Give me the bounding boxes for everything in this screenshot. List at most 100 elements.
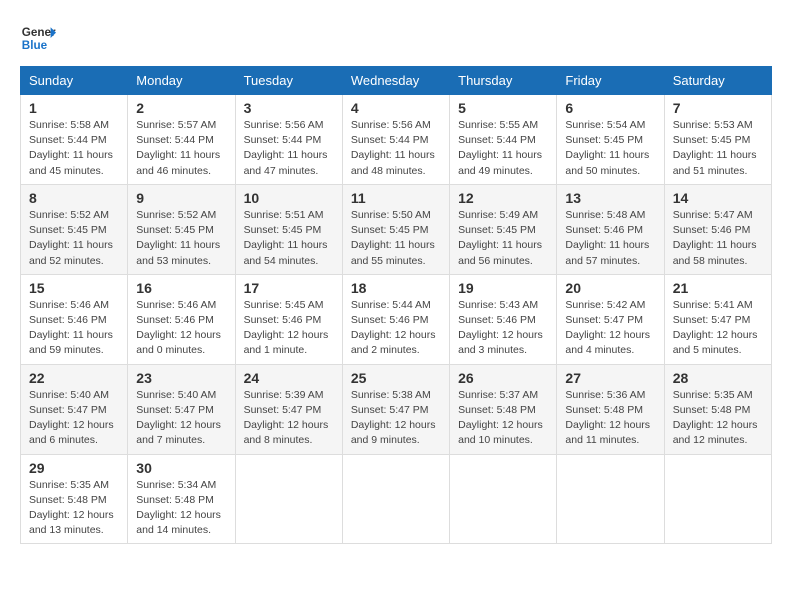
day-info: Sunrise: 5:34 AMSunset: 5:48 PMDaylight:… — [136, 478, 226, 539]
calendar-cell: 28 Sunrise: 5:35 AMSunset: 5:48 PMDayligh… — [664, 364, 771, 454]
day-number: 11 — [351, 190, 441, 206]
calendar-cell: 4 Sunrise: 5:56 AMSunset: 5:44 PMDaylight… — [342, 95, 449, 185]
day-info: Sunrise: 5:55 AMSunset: 5:44 PMDaylight:… — [458, 118, 548, 179]
calendar-cell: 25 Sunrise: 5:38 AMSunset: 5:47 PMDayligh… — [342, 364, 449, 454]
day-info: Sunrise: 5:50 AMSunset: 5:45 PMDaylight:… — [351, 208, 441, 269]
day-info: Sunrise: 5:56 AMSunset: 5:44 PMDaylight:… — [351, 118, 441, 179]
calendar-cell — [342, 454, 449, 544]
calendar-cell: 24 Sunrise: 5:39 AMSunset: 5:47 PMDayligh… — [235, 364, 342, 454]
calendar-cell — [450, 454, 557, 544]
calendar-cell: 19 Sunrise: 5:43 AMSunset: 5:46 PMDayligh… — [450, 274, 557, 364]
calendar-week-4: 22 Sunrise: 5:40 AMSunset: 5:47 PMDayligh… — [21, 364, 772, 454]
calendar-cell: 22Sunrise: 5:40 AMSunset: 5:47 PMDayligh… — [21, 364, 128, 454]
day-number: 27 — [565, 370, 655, 386]
calendar-cell: 23 Sunrise: 5:40 AMSunset: 5:47 PMDayligh… — [128, 364, 235, 454]
calendar-week-5: 29 Sunrise: 5:35 AMSunset: 5:48 PMDayligh… — [21, 454, 772, 544]
weekday-header-tuesday: Tuesday — [235, 67, 342, 95]
calendar-table: SundayMondayTuesdayWednesdayThursdayFrid… — [20, 66, 772, 544]
page-header: General Blue — [20, 20, 772, 56]
calendar-cell: 15Sunrise: 5:46 AMSunset: 5:46 PMDayligh… — [21, 274, 128, 364]
calendar-body: 1Sunrise: 5:58 AMSunset: 5:44 PMDaylight… — [21, 95, 772, 544]
calendar-cell — [664, 454, 771, 544]
day-info: Sunrise: 5:37 AMSunset: 5:48 PMDaylight:… — [458, 388, 548, 449]
day-info: Sunrise: 5:42 AMSunset: 5:47 PMDaylight:… — [565, 298, 655, 359]
day-info: Sunrise: 5:54 AMSunset: 5:45 PMDaylight:… — [565, 118, 655, 179]
day-info: Sunrise: 5:52 AMSunset: 5:45 PMDaylight:… — [136, 208, 226, 269]
day-number: 2 — [136, 100, 226, 116]
calendar-cell: 7Sunrise: 5:53 AMSunset: 5:45 PMDaylight… — [664, 95, 771, 185]
day-info: Sunrise: 5:52 AMSunset: 5:45 PMDaylight:… — [29, 208, 119, 269]
calendar-cell: 16 Sunrise: 5:46 AMSunset: 5:46 PMDayligh… — [128, 274, 235, 364]
day-info: Sunrise: 5:57 AMSunset: 5:44 PMDaylight:… — [136, 118, 226, 179]
day-info: Sunrise: 5:43 AMSunset: 5:46 PMDaylight:… — [458, 298, 548, 359]
calendar-cell: 29 Sunrise: 5:35 AMSunset: 5:48 PMDayligh… — [21, 454, 128, 544]
svg-text:Blue: Blue — [22, 39, 48, 52]
calendar-cell: 12Sunrise: 5:49 AMSunset: 5:45 PMDayligh… — [450, 184, 557, 274]
day-number: 9 — [136, 190, 226, 206]
calendar-cell: 1Sunrise: 5:58 AMSunset: 5:44 PMDaylight… — [21, 95, 128, 185]
calendar-week-2: 8 Sunrise: 5:52 AMSunset: 5:45 PMDaylight… — [21, 184, 772, 274]
day-number: 28 — [673, 370, 763, 386]
day-info: Sunrise: 5:51 AMSunset: 5:45 PMDaylight:… — [244, 208, 334, 269]
day-number: 8 — [29, 190, 119, 206]
day-info: Sunrise: 5:46 AMSunset: 5:46 PMDaylight:… — [136, 298, 226, 359]
day-info: Sunrise: 5:48 AMSunset: 5:46 PMDaylight:… — [565, 208, 655, 269]
day-number: 5 — [458, 100, 548, 116]
weekday-header-row: SundayMondayTuesdayWednesdayThursdayFrid… — [21, 67, 772, 95]
calendar-cell: 27 Sunrise: 5:36 AMSunset: 5:48 PMDayligh… — [557, 364, 664, 454]
day-number: 30 — [136, 460, 226, 476]
day-info: Sunrise: 5:49 AMSunset: 5:45 PMDaylight:… — [458, 208, 548, 269]
calendar-week-3: 15Sunrise: 5:46 AMSunset: 5:46 PMDayligh… — [21, 274, 772, 364]
calendar-cell: 20 Sunrise: 5:42 AMSunset: 5:47 PMDayligh… — [557, 274, 664, 364]
calendar-cell: 5 Sunrise: 5:55 AMSunset: 5:44 PMDaylight… — [450, 95, 557, 185]
day-number: 1 — [29, 100, 119, 116]
day-info: Sunrise: 5:47 AMSunset: 5:46 PMDaylight:… — [673, 208, 763, 269]
weekday-header-friday: Friday — [557, 67, 664, 95]
day-number: 14 — [673, 190, 763, 206]
day-number: 6 — [565, 100, 655, 116]
calendar-cell: 11 Sunrise: 5:50 AMSunset: 5:45 PMDayligh… — [342, 184, 449, 274]
day-info: Sunrise: 5:35 AMSunset: 5:48 PMDaylight:… — [29, 478, 119, 539]
calendar-cell: 26 Sunrise: 5:37 AMSunset: 5:48 PMDayligh… — [450, 364, 557, 454]
day-number: 29 — [29, 460, 119, 476]
weekday-header-wednesday: Wednesday — [342, 67, 449, 95]
day-info: Sunrise: 5:39 AMSunset: 5:47 PMDaylight:… — [244, 388, 334, 449]
calendar-cell: 17 Sunrise: 5:45 AMSunset: 5:46 PMDayligh… — [235, 274, 342, 364]
day-number: 22 — [29, 370, 119, 386]
day-number: 4 — [351, 100, 441, 116]
day-number: 17 — [244, 280, 334, 296]
day-number: 16 — [136, 280, 226, 296]
day-info: Sunrise: 5:35 AMSunset: 5:48 PMDaylight:… — [673, 388, 763, 449]
day-info: Sunrise: 5:40 AMSunset: 5:47 PMDaylight:… — [136, 388, 226, 449]
day-info: Sunrise: 5:41 AMSunset: 5:47 PMDaylight:… — [673, 298, 763, 359]
day-number: 24 — [244, 370, 334, 386]
day-number: 23 — [136, 370, 226, 386]
calendar-cell: 13 Sunrise: 5:48 AMSunset: 5:46 PMDayligh… — [557, 184, 664, 274]
day-number: 19 — [458, 280, 548, 296]
day-number: 26 — [458, 370, 548, 386]
day-number: 25 — [351, 370, 441, 386]
day-number: 7 — [673, 100, 763, 116]
calendar-cell — [235, 454, 342, 544]
day-info: Sunrise: 5:44 AMSunset: 5:46 PMDaylight:… — [351, 298, 441, 359]
calendar-cell: 18 Sunrise: 5:44 AMSunset: 5:46 PMDayligh… — [342, 274, 449, 364]
day-number: 20 — [565, 280, 655, 296]
day-number: 10 — [244, 190, 334, 206]
logo-icon: General Blue — [20, 20, 56, 56]
day-info: Sunrise: 5:36 AMSunset: 5:48 PMDaylight:… — [565, 388, 655, 449]
day-info: Sunrise: 5:38 AMSunset: 5:47 PMDaylight:… — [351, 388, 441, 449]
day-info: Sunrise: 5:56 AMSunset: 5:44 PMDaylight:… — [244, 118, 334, 179]
weekday-header-thursday: Thursday — [450, 67, 557, 95]
calendar-cell: 2 Sunrise: 5:57 AMSunset: 5:44 PMDaylight… — [128, 95, 235, 185]
weekday-header-sunday: Sunday — [21, 67, 128, 95]
weekday-header-saturday: Saturday — [664, 67, 771, 95]
day-info: Sunrise: 5:46 AMSunset: 5:46 PMDaylight:… — [29, 298, 119, 359]
day-info: Sunrise: 5:45 AMSunset: 5:46 PMDaylight:… — [244, 298, 334, 359]
calendar-cell: 9 Sunrise: 5:52 AMSunset: 5:45 PMDaylight… — [128, 184, 235, 274]
day-number: 13 — [565, 190, 655, 206]
calendar-cell: 30 Sunrise: 5:34 AMSunset: 5:48 PMDayligh… — [128, 454, 235, 544]
calendar-cell: 8 Sunrise: 5:52 AMSunset: 5:45 PMDaylight… — [21, 184, 128, 274]
day-number: 3 — [244, 100, 334, 116]
calendar-cell: 10 Sunrise: 5:51 AMSunset: 5:45 PMDayligh… — [235, 184, 342, 274]
day-number: 18 — [351, 280, 441, 296]
